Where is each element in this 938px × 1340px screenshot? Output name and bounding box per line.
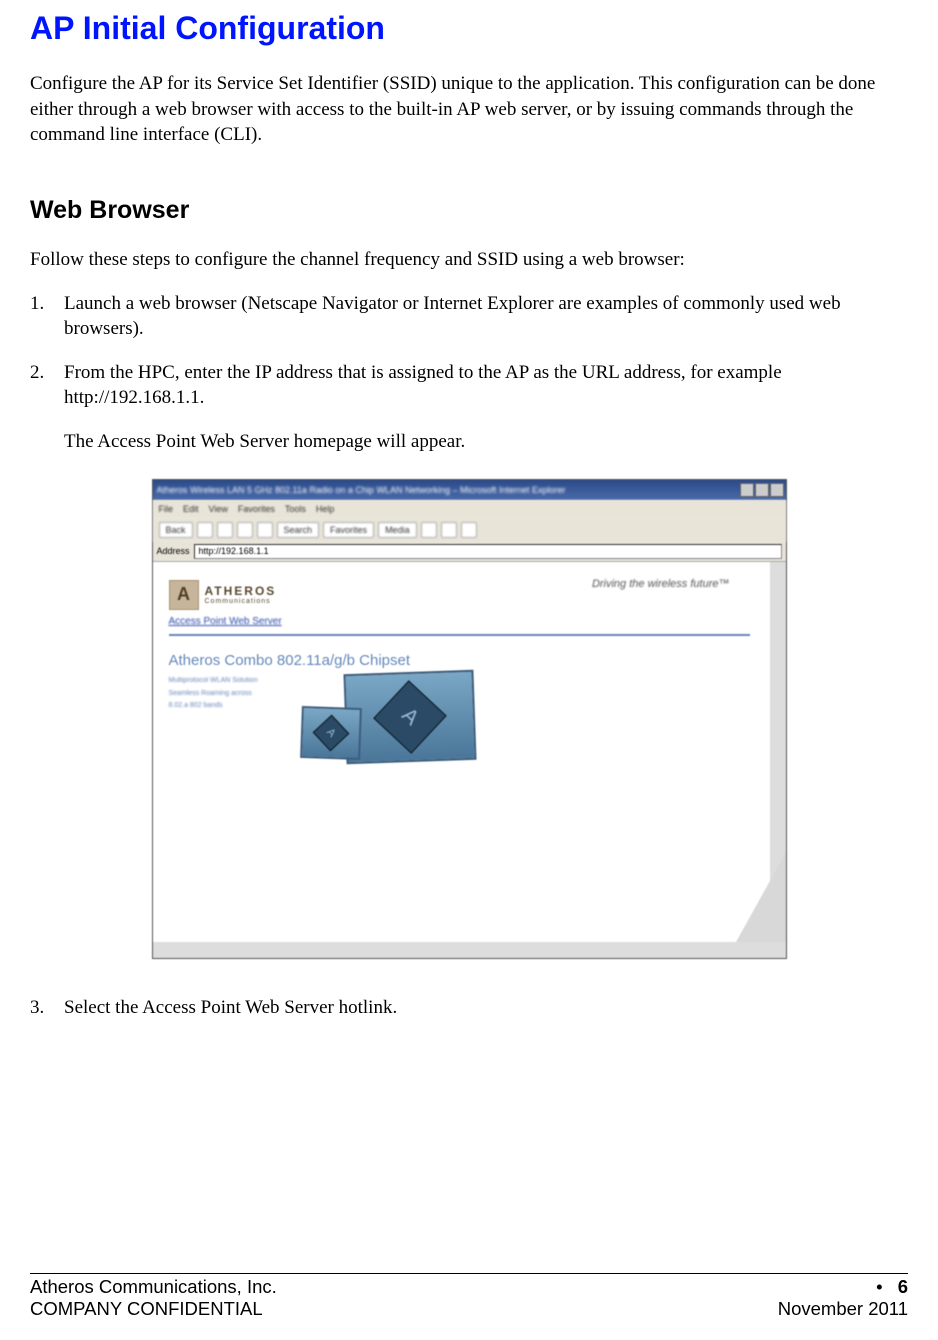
intro-paragraph: Configure the AP for its Service Set Ide…: [30, 71, 908, 148]
history-icon[interactable]: [421, 522, 437, 538]
step-2-subtext: The Access Point Web Server homepage wil…: [64, 429, 908, 455]
step-2-number: 2.: [30, 360, 64, 455]
address-input[interactable]: http://192.168.1.1: [194, 544, 782, 559]
figure-wrapper: Atheros Wireless LAN 5 GHz 802.11a Radio…: [30, 479, 908, 959]
menu-file[interactable]: File: [159, 504, 174, 514]
section-heading-web-browser: Web Browser: [30, 196, 908, 225]
tagline: Driving the wireless future™: [592, 578, 730, 590]
ie-titlebar: Atheros Wireless LAN 5 GHz 802.11a Radio…: [153, 480, 786, 500]
ie-content: A ATHEROS Communications Driving the wir…: [153, 562, 770, 942]
step-3-number: 3.: [30, 995, 64, 1021]
brand-text: ATHEROS: [205, 584, 277, 598]
search-button[interactable]: Search: [277, 522, 320, 538]
footer-company: Atheros Communications, Inc.: [30, 1276, 277, 1298]
step-2-text: From the HPC, enter the IP address that …: [64, 362, 782, 409]
favorites-button[interactable]: Favorites: [323, 522, 374, 538]
stop-icon[interactable]: [217, 522, 233, 538]
close-icon[interactable]: [770, 483, 784, 497]
ie-title-text: Atheros Wireless LAN 5 GHz 802.11a Radio…: [157, 485, 566, 495]
divider: [169, 634, 750, 636]
footer-bullet: •: [866, 1276, 892, 1297]
menu-edit[interactable]: Edit: [183, 504, 199, 514]
scrollbar-horizontal[interactable]: [153, 942, 786, 958]
footer-date: November 2011: [778, 1298, 908, 1320]
menu-tools[interactable]: Tools: [285, 504, 306, 514]
address-label: Address: [157, 546, 190, 556]
step-3: 3. Select the Access Point Web Server ho…: [30, 995, 908, 1021]
menu-help[interactable]: Help: [316, 504, 335, 514]
product-card-small: A: [300, 706, 362, 760]
print-icon[interactable]: [461, 522, 477, 538]
menu-view[interactable]: View: [209, 504, 228, 514]
maximize-icon[interactable]: [755, 483, 769, 497]
refresh-icon[interactable]: [237, 522, 253, 538]
back-button[interactable]: Back: [159, 522, 193, 538]
footer-confidential: COMPANY CONFIDENTIAL: [30, 1298, 263, 1320]
atheros-brand: A ATHEROS Communications: [169, 580, 277, 610]
mail-icon[interactable]: [441, 522, 457, 538]
footer-page-number: 6: [898, 1276, 908, 1297]
home-icon[interactable]: [257, 522, 273, 538]
page-footer: Atheros Communications, Inc. • 6 COMPANY…: [30, 1273, 908, 1320]
feature-item: Seamless Roaming across: [169, 689, 289, 699]
chip-icon: A: [312, 714, 349, 751]
feature-item: 8.02.a 802 bands: [169, 701, 289, 711]
chip-icon: A: [373, 680, 446, 753]
step-1-number: 1.: [30, 291, 64, 342]
feature-list: Multiprotocol WLAN Solution Seamless Roa…: [169, 676, 289, 714]
step-3-text: Select the Access Point Web Server hotli…: [64, 995, 908, 1021]
section-lead: Follow these steps to configure the chan…: [30, 247, 908, 273]
page-title: AP Initial Configuration: [30, 10, 908, 47]
minimize-icon[interactable]: [740, 483, 754, 497]
step-1-text: Launch a web browser (Netscape Navigator…: [64, 291, 908, 342]
step-2: 2. From the HPC, enter the IP address th…: [30, 360, 908, 455]
atheros-logo-icon: A: [169, 580, 199, 610]
ie-window: Atheros Wireless LAN 5 GHz 802.11a Radio…: [152, 479, 787, 959]
page-curl-icon: [736, 852, 786, 942]
forward-icon[interactable]: [197, 522, 213, 538]
chipset-heading: Atheros Combo 802.11a/g/b Chipset: [169, 652, 411, 669]
media-button[interactable]: Media: [378, 522, 417, 538]
step-1: 1. Launch a web browser (Netscape Naviga…: [30, 291, 908, 342]
ie-toolbar: Back Search Favorites Media: [153, 518, 786, 542]
ie-address-bar: Address http://192.168.1.1: [153, 542, 786, 562]
feature-item: Multiprotocol WLAN Solution: [169, 676, 289, 686]
product-card-large: A: [343, 670, 476, 764]
ap-web-server-link[interactable]: Access Point Web Server: [169, 616, 282, 627]
menu-favorites[interactable]: Favorites: [238, 504, 275, 514]
footer-rule: [30, 1273, 908, 1274]
brand-subtext: Communications: [205, 598, 277, 605]
ie-menubar: File Edit View Favorites Tools Help: [153, 500, 786, 518]
